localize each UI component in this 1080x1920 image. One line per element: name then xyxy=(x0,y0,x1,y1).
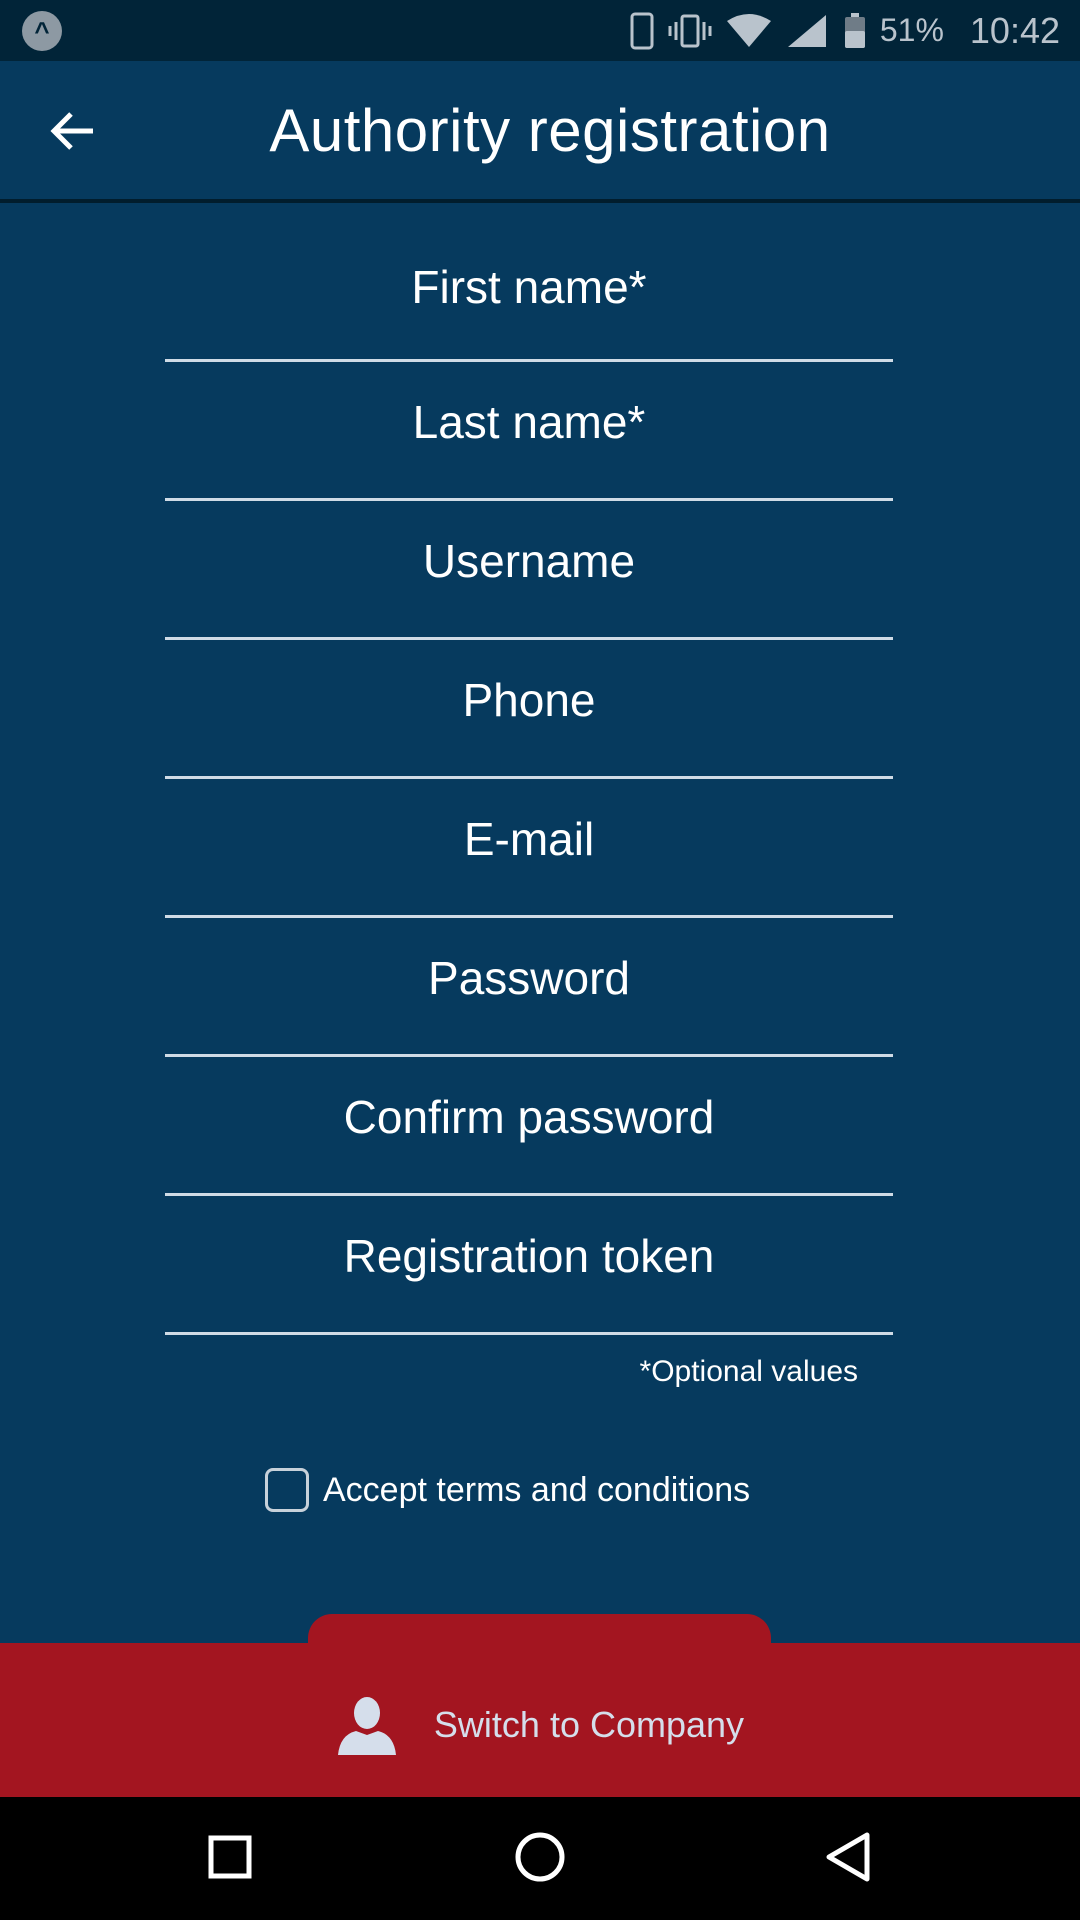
back-button[interactable] xyxy=(40,99,104,163)
arrow-left-icon xyxy=(50,112,93,150)
last-name-input[interactable] xyxy=(165,395,893,449)
switch-to-company-button[interactable]: Switch to Company xyxy=(0,1643,1080,1797)
switch-content: Switch to Company xyxy=(336,1695,744,1755)
email-field-wrapper xyxy=(165,779,893,918)
password-input[interactable] xyxy=(165,951,893,1005)
battery-percent: 51% xyxy=(879,12,944,48)
square-icon xyxy=(208,1835,252,1879)
confirm-password-input[interactable] xyxy=(165,1090,893,1144)
last-name-field-wrapper xyxy=(165,362,893,501)
navigation-bar xyxy=(0,1797,1080,1920)
signal-icon xyxy=(786,13,830,49)
registration-token-field-wrapper xyxy=(165,1196,893,1335)
email-input[interactable] xyxy=(165,812,893,866)
switch-label: Switch to Company xyxy=(433,1704,745,1745)
username-field-wrapper xyxy=(165,501,893,640)
vibrate-icon xyxy=(668,14,712,48)
triangle-back-icon xyxy=(826,1832,870,1882)
terms-checkbox[interactable] xyxy=(265,1468,309,1512)
page-title: Authority registration xyxy=(269,96,831,164)
recents-button[interactable] xyxy=(198,1825,262,1889)
password-field-wrapper xyxy=(165,918,893,1057)
battery-icon xyxy=(844,12,866,49)
confirm-password-field-wrapper xyxy=(165,1057,893,1196)
back-nav-button[interactable] xyxy=(816,1825,880,1889)
first-name-input[interactable] xyxy=(165,259,893,314)
status-icons: 51% 10:42 xyxy=(630,0,1060,61)
first-name-field-wrapper xyxy=(165,230,893,362)
home-button[interactable] xyxy=(508,1825,572,1889)
username-input[interactable] xyxy=(165,534,893,588)
circle-icon xyxy=(515,1832,565,1882)
registration-token-input[interactable] xyxy=(165,1229,893,1283)
phone-icon xyxy=(630,12,654,50)
phone-field-wrapper xyxy=(165,640,893,779)
terms-row[interactable]: Accept terms and conditions xyxy=(265,1468,750,1512)
terms-label: Accept terms and conditions xyxy=(323,1470,751,1509)
status-bar: ^ 51% 10:42 xyxy=(0,0,1080,61)
registration-form xyxy=(165,230,893,1335)
wifi-icon xyxy=(726,13,772,49)
person-icon xyxy=(336,1695,398,1755)
clock: 10:42 xyxy=(969,9,1060,51)
app-notification-icon: ^ xyxy=(22,11,62,51)
app-bar: Authority registration xyxy=(0,61,1080,203)
phone-input[interactable] xyxy=(165,673,893,727)
optional-values-note: *Optional values xyxy=(639,1355,858,1388)
